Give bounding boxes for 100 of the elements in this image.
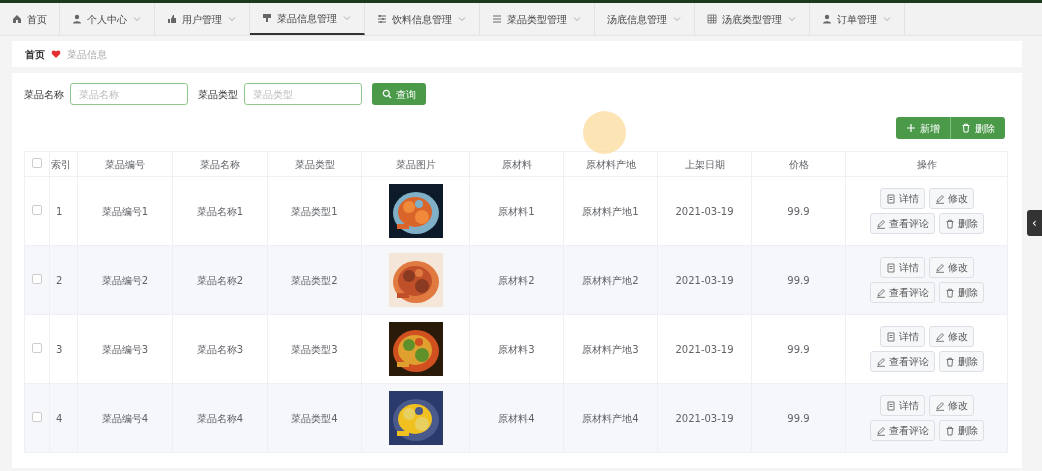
column-header: 操作	[845, 151, 1008, 177]
document-icon	[885, 400, 896, 411]
trash-icon	[944, 218, 955, 229]
edit-button[interactable]: 修改	[928, 257, 974, 278]
thumb-icon	[167, 14, 177, 24]
field-label: 菜品类型	[198, 87, 238, 102]
grid-icon	[707, 14, 717, 24]
table-cell: 菜品类型4	[291, 412, 338, 424]
nav-tab[interactable]: 用户管理	[155, 3, 250, 35]
field-label: 菜品名称	[24, 87, 64, 102]
nav-tab[interactable]: 汤底信息管理	[595, 3, 695, 35]
table-cell: 99.9	[787, 343, 810, 355]
edit-button[interactable]: 修改	[928, 188, 974, 209]
column-header: 菜品类型	[267, 151, 362, 177]
table-cell: 菜品编号4	[101, 412, 149, 424]
comments-button[interactable]: 查看评论	[869, 213, 935, 234]
nav-tab[interactable]: 首页	[0, 3, 60, 35]
sliders-icon	[377, 14, 387, 24]
table-cell: 菜品名称2	[196, 274, 244, 286]
document-icon	[885, 193, 896, 204]
pencil-icon	[875, 218, 886, 229]
checkbox[interactable]	[32, 157, 42, 168]
breadcrumb-current: 菜品信息	[67, 47, 107, 62]
table-cell: 2021-03-19	[675, 274, 734, 286]
table-cell: 菜品类型1	[291, 205, 338, 217]
checkbox[interactable]	[32, 204, 42, 215]
pencil-icon	[934, 331, 945, 342]
delete-button[interactable]: 删除	[938, 420, 984, 441]
list-icon	[492, 14, 502, 24]
delete-button[interactable]: 删除	[938, 213, 984, 234]
document-icon	[885, 262, 896, 273]
trash-icon	[961, 123, 971, 133]
comments-button[interactable]: 查看评论	[869, 282, 935, 303]
table-cell: 菜品名称4	[196, 412, 244, 424]
table-cell: 菜品编号1	[101, 205, 149, 217]
trash-icon	[944, 425, 955, 436]
table-cell: 菜品类型3	[291, 343, 338, 355]
breadcrumb-link[interactable]: 首页	[25, 46, 45, 62]
detail-button[interactable]: 详情	[879, 395, 925, 416]
table-cell: 菜品名称3	[196, 343, 244, 355]
table-cell: 菜品编号3	[101, 343, 149, 355]
trash-icon	[944, 287, 955, 298]
trash-icon	[944, 356, 955, 367]
table-cell: 4	[56, 412, 63, 424]
table-cell: 99.9	[787, 412, 810, 424]
search-icon	[382, 89, 392, 99]
table-cell: 99.9	[787, 274, 810, 286]
table-cell: 2021-03-19	[675, 205, 734, 217]
checkbox[interactable]	[32, 411, 42, 422]
detail-button[interactable]: 详情	[879, 188, 925, 209]
nav-tab[interactable]: 个人中心	[60, 3, 155, 35]
table-cell: 2	[56, 274, 63, 286]
table-cell: 菜品名称1	[196, 205, 244, 217]
table-cell: 原材料产地4	[582, 412, 639, 424]
column-header: 菜品编号	[77, 151, 173, 177]
edit-button[interactable]: 修改	[928, 395, 974, 416]
column-header: 价格	[751, 151, 846, 177]
edit-button[interactable]: 修改	[928, 326, 974, 347]
table-cell: 原材料4	[498, 412, 535, 424]
person-icon	[72, 14, 82, 24]
plus-icon	[906, 123, 916, 133]
column-header: 上架日期	[657, 151, 752, 177]
table-cell: 原材料产地1	[582, 205, 639, 217]
table-cell: 3	[56, 343, 63, 355]
delete-button[interactable]: 删除	[938, 282, 984, 303]
table-cell: 原材料产地2	[582, 274, 639, 286]
nav-tab[interactable]: 订单管理	[810, 3, 905, 35]
checkbox[interactable]	[32, 342, 42, 353]
table-cell: 99.9	[787, 205, 810, 217]
table-cell: 菜品类型2	[291, 274, 338, 286]
table-cell: 2021-03-19	[675, 343, 734, 355]
table-cell: 2021-03-19	[675, 412, 734, 424]
nav-tab[interactable]: 饮料信息管理	[365, 3, 480, 35]
delete-button[interactable]: 删除	[938, 351, 984, 372]
pencil-icon	[875, 425, 886, 436]
column-header: 菜品图片	[361, 151, 470, 177]
nav-tab[interactable]: 汤底类型管理	[695, 3, 810, 35]
heart-icon	[51, 49, 61, 59]
table-cell: 菜品编号2	[101, 274, 149, 286]
column-header: 菜品名称	[172, 151, 268, 177]
collapse-handle[interactable]: ‹	[1027, 210, 1042, 236]
table-cell: 原材料1	[498, 205, 535, 217]
nav-tab[interactable]: 菜品类型管理	[480, 3, 595, 35]
pencil-icon	[875, 287, 886, 298]
pencil-icon	[934, 262, 945, 273]
pencil-icon	[934, 400, 945, 411]
detail-button[interactable]: 详情	[879, 257, 925, 278]
table-cell: 1	[56, 205, 63, 217]
comments-button[interactable]: 查看评论	[869, 351, 935, 372]
person-icon	[822, 14, 832, 24]
column-header: 原材料	[469, 151, 564, 177]
checkbox[interactable]	[32, 273, 42, 284]
column-header: 索引	[49, 151, 78, 177]
table-cell: 原材料2	[498, 274, 535, 286]
nav-tab[interactable]: 菜品信息管理	[250, 3, 365, 35]
pencil-icon	[934, 193, 945, 204]
table-cell: 原材料3	[498, 343, 535, 355]
detail-button[interactable]: 详情	[879, 326, 925, 347]
comments-button[interactable]: 查看评论	[869, 420, 935, 441]
document-icon	[885, 331, 896, 342]
